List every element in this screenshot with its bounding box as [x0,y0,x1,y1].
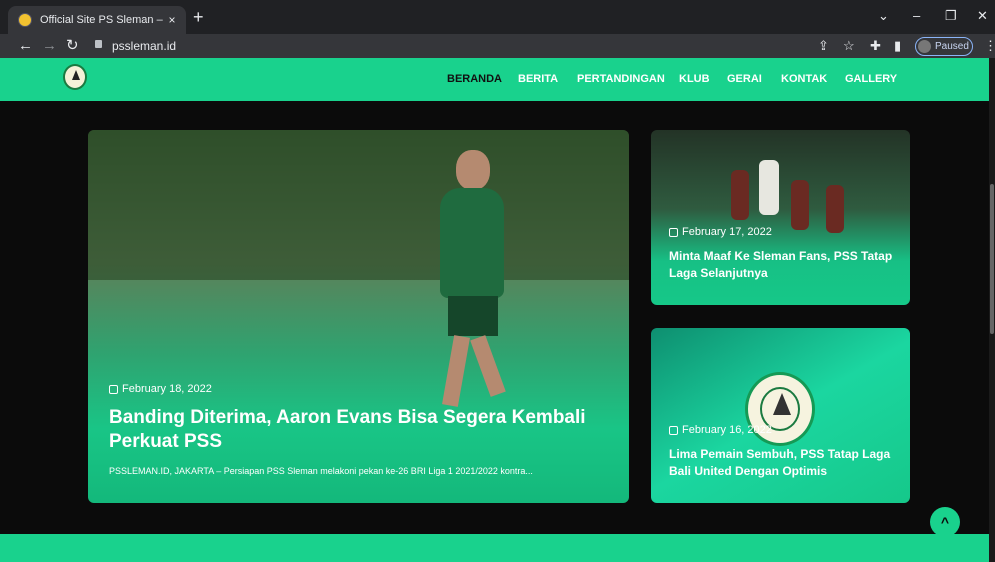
calendar-icon [669,227,678,237]
address-bar[interactable]: pssleman.id [112,39,176,53]
browser-tabbar: Official Site PS Sleman – PS Slem × + ⌄ … [0,0,995,34]
featured-title[interactable]: Banding Diterima, Aaron Evans Bisa Seger… [109,406,619,454]
nav-klub[interactable]: KLUB [679,73,710,85]
nav-gallery[interactable]: GALLERY [845,73,897,85]
back-arrow-icon[interactable]: ← [18,37,33,55]
player-photo [418,150,528,410]
minimize-button[interactable]: – [913,8,920,23]
side-post-title[interactable]: Lima Pemain Sembuh, PSS Tatap Laga Bali … [669,446,899,480]
bookmark-star-icon[interactable]: ☆ [843,38,855,54]
featured-excerpt: PSSLEMAN.ID, JAKARTA – Persiapan PSS Sle… [109,466,533,476]
forward-arrow-icon[interactable]: → [42,37,57,55]
nav-berita[interactable]: BERITA [518,73,558,85]
browser-tab[interactable]: Official Site PS Sleman – PS Slem × [8,6,186,34]
tab-title: Official Site PS Sleman – PS Slem [40,14,164,26]
share-icon[interactable]: ⇪ [818,38,829,54]
pss-logo-icon[interactable] [63,64,87,90]
side-post-date: February 16, 2022 [669,424,772,436]
window-close-button[interactable]: ✕ [977,8,988,24]
nav-pertandingan[interactable]: PERTANDINGAN [577,73,665,85]
scrollbar[interactable] [989,58,995,562]
side-post-card[interactable]: February 16, 2022 Lima Pemain Sembuh, PS… [651,328,910,503]
side-panel-icon[interactable]: ▮ [894,38,901,54]
featured-date-text: February 18, 2022 [122,383,212,395]
site-header: BERANDA BERITA PERTANDINGAN KLUB GERAI K… [0,58,995,101]
featured-post-card[interactable]: February 18, 2022 Banding Diterima, Aaro… [88,130,629,503]
side-post-card[interactable]: February 17, 2022 Minta Maaf Ke Sleman F… [651,130,910,305]
avatar [918,40,931,53]
side-post-title[interactable]: Minta Maaf Ke Sleman Fans, PSS Tatap Lag… [669,248,899,282]
scrollbar-thumb[interactable] [990,184,994,334]
site-favicon-icon [18,13,32,27]
profile-status: Paused [935,41,969,52]
menu-kebab-icon[interactable]: ⋮ [984,38,995,54]
side-post-date: February 17, 2022 [669,226,772,238]
nav-gerai[interactable]: GERAI [727,73,762,85]
nav-kontak[interactable]: KONTAK [781,73,827,85]
lock-icon[interactable] [95,40,102,48]
featured-date: February 18, 2022 [109,383,212,395]
new-tab-button[interactable]: + [193,8,204,26]
nav-beranda[interactable]: BERANDA [447,73,502,85]
maximize-button[interactable]: ❐ [945,8,957,24]
tab-close-icon[interactable]: × [164,13,180,27]
reload-icon[interactable]: ↻ [66,37,79,55]
browser-toolbar: ← → ↻ pssleman.id ⇪ ☆ ✚ ▮ Paused ⋮ [0,34,995,58]
background-trees [88,130,629,280]
back-to-top-button[interactable]: ^ [930,507,960,537]
profile-button[interactable]: Paused [915,37,973,56]
calendar-icon [109,384,118,394]
calendar-icon [669,425,678,435]
tab-search-icon[interactable]: ⌄ [878,8,889,24]
footer-band [0,534,995,562]
extensions-icon[interactable]: ✚ [870,38,881,54]
